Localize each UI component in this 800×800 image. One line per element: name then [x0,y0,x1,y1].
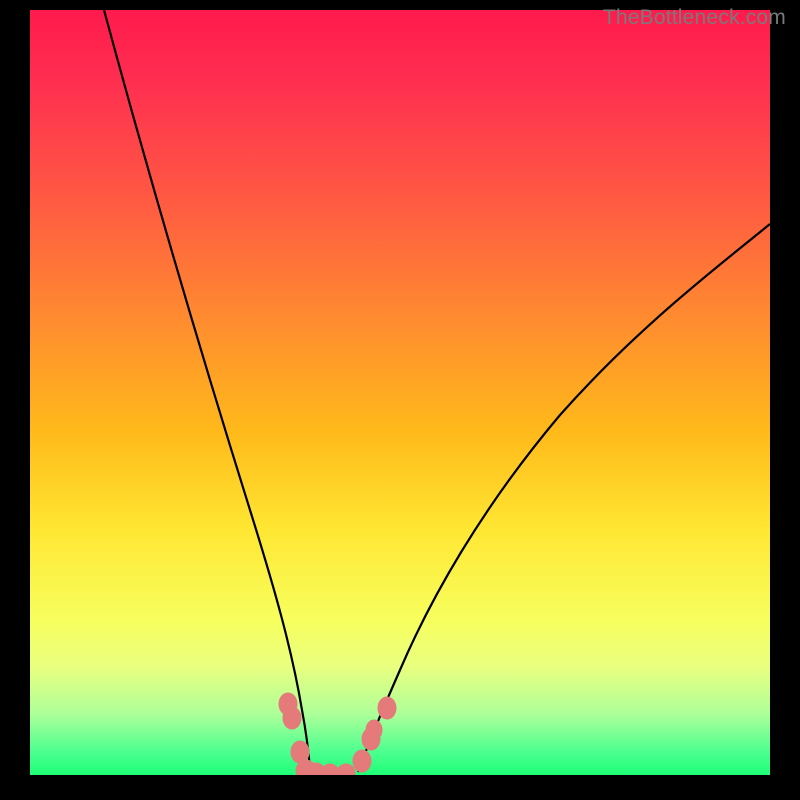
curve-left [104,10,310,770]
curve-right [358,224,770,772]
chart-svg [30,10,770,775]
chart-frame [30,10,770,775]
watermark-text: TheBottleneck.com [603,6,786,30]
marker-group [279,693,396,775]
